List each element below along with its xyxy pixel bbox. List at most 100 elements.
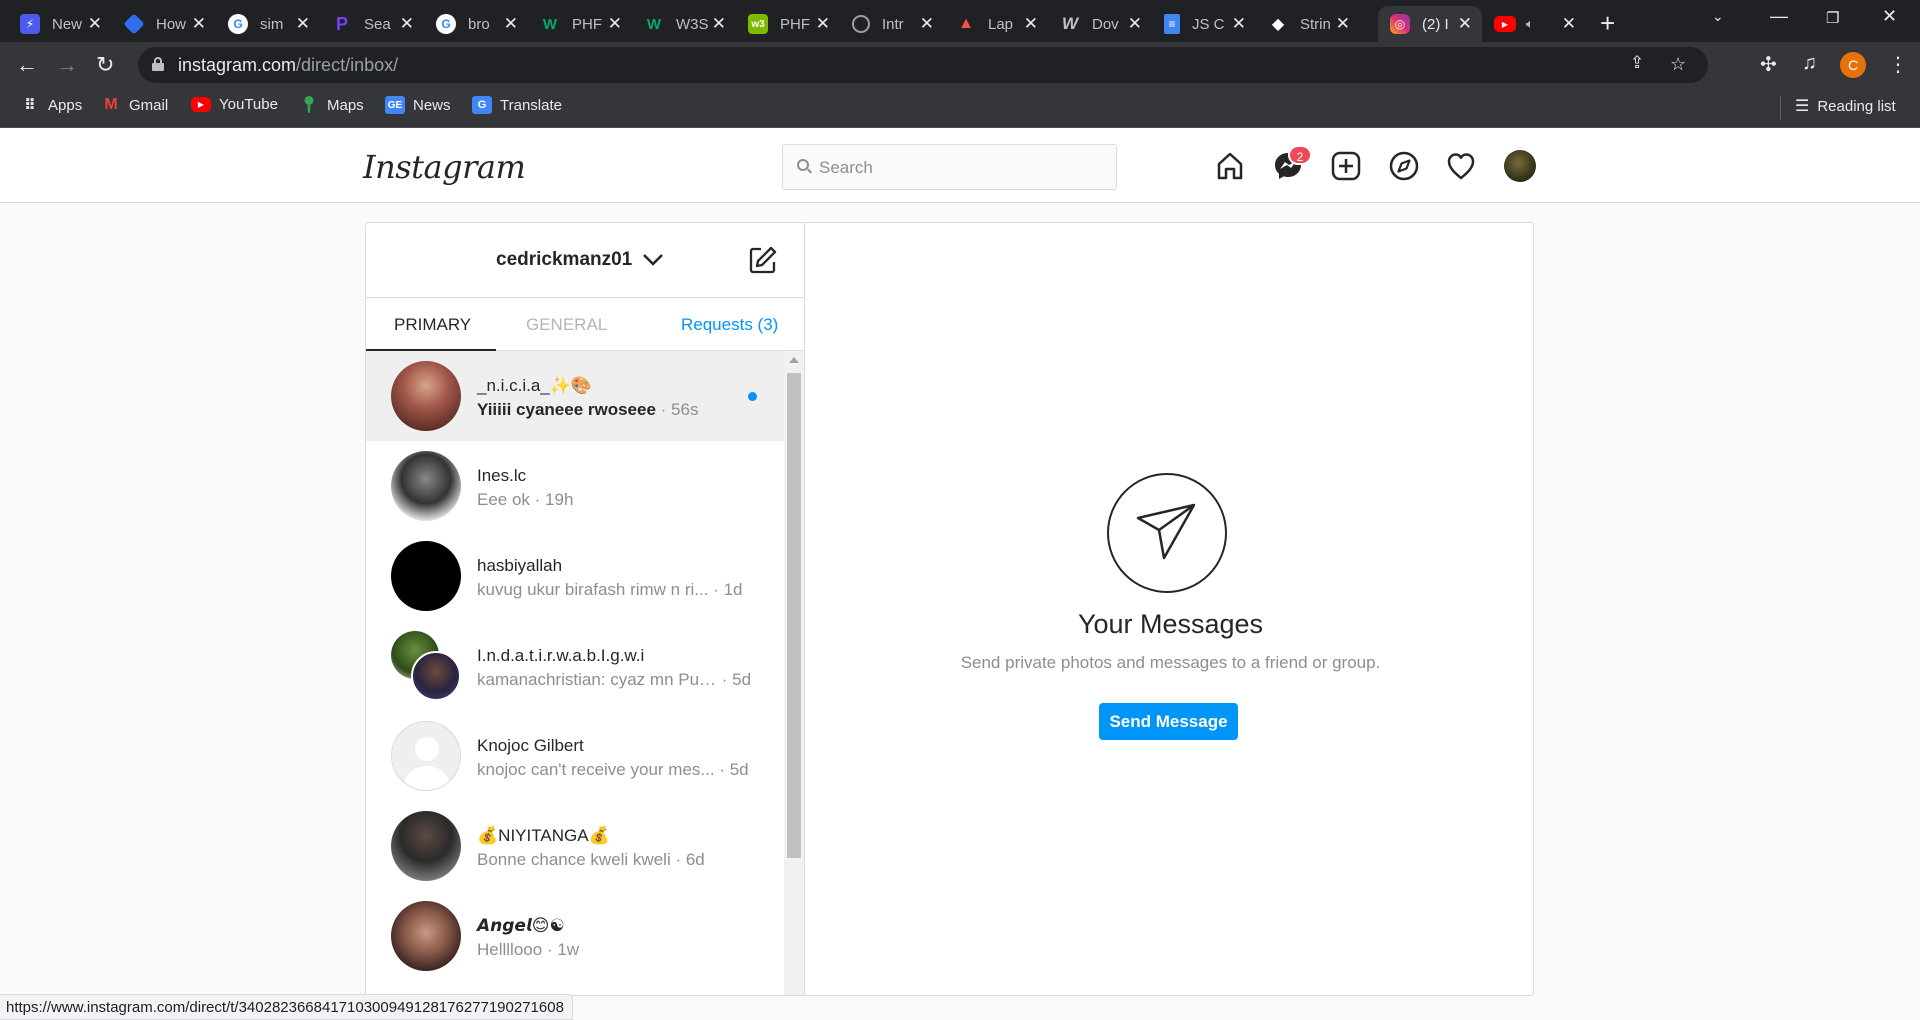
tab-requests[interactable]: Requests (3) <box>681 315 778 335</box>
browser-tab[interactable]: ▶ 🔈︎ ✕ <box>1482 6 1586 42</box>
back-button[interactable]: ← <box>16 52 38 78</box>
browser-tab[interactable]: How ✕ <box>112 6 216 42</box>
close-icon[interactable]: ✕ <box>608 14 622 34</box>
browser-tab[interactable]: ⚡ New ✕ <box>8 6 112 42</box>
new-tab-button[interactable]: + <box>1600 8 1615 39</box>
browser-tab[interactable]: ◆ Strin ✕ <box>1256 6 1360 42</box>
laravel-icon: ▲ <box>958 15 974 32</box>
tab-title: PHF <box>780 15 810 33</box>
minimize-button[interactable]: — <box>1770 6 1788 27</box>
tab-search-chevron-icon[interactable]: ⌄ <box>1712 8 1724 25</box>
bookmark-youtube[interactable]: ▶ YouTube <box>191 96 278 113</box>
default-avatar <box>391 721 461 791</box>
close-window-button[interactable]: ✕ <box>1882 6 1897 27</box>
empty-conversation-pane: Your Messages Send private photos and me… <box>806 223 1533 995</box>
close-icon[interactable]: ✕ <box>920 14 934 34</box>
close-icon[interactable]: ✕ <box>88 14 102 34</box>
account-switcher-username[interactable]: cedrickmanz01 <box>496 249 632 271</box>
maps-icon: 📍︎ <box>298 97 320 114</box>
browser-tab[interactable]: G sim ✕ <box>216 6 320 42</box>
w3-icon: W <box>542 15 558 33</box>
scroll-up-arrow-icon[interactable] <box>789 357 799 363</box>
close-icon[interactable]: ✕ <box>1458 14 1472 34</box>
profile-avatar[interactable]: C <box>1840 52 1866 78</box>
conversation-row[interactable]: hasbiyallah kuvug ukur birafash rimw n r… <box>366 531 784 621</box>
new-message-compose-icon[interactable] <box>748 245 778 275</box>
last-message: knojoc can't receive your mes... <box>477 760 715 779</box>
close-icon[interactable]: ✕ <box>192 14 206 34</box>
bookmark-gmail[interactable]: M Gmail <box>101 96 168 114</box>
conversation-name: 💰NIYITANGA💰 <box>477 826 610 845</box>
empty-state-subtitle: Send private photos and messages to a fr… <box>960 653 1381 672</box>
search-input[interactable]: Search <box>782 144 1117 190</box>
bookmark-label: Apps <box>48 96 83 114</box>
direct-inbox-panel: cedrickmanz01 PRIMARY GENERAL Requests (… <box>365 222 1534 996</box>
home-icon[interactable] <box>1214 150 1246 182</box>
bookmark-apps[interactable]: ⠿ Apps <box>20 96 83 115</box>
chevron-down-icon[interactable] <box>641 247 665 271</box>
browser-tab[interactable]: P Sea ✕ <box>320 6 424 42</box>
send-message-button[interactable]: Send Message <box>1099 703 1238 740</box>
bookmark-news[interactable]: GE News <box>385 96 451 114</box>
messenger-icon: ⚡ <box>20 14 40 34</box>
browser-tab[interactable]: ▲ Lap ✕ <box>944 6 1048 42</box>
conversation-list-scrollbar[interactable] <box>784 351 804 995</box>
last-message: Yiiiii cyaneee rwoseee <box>477 400 656 419</box>
conversation-row[interactable]: _n.i.c.i.a_✨🎨 Yiiiii cyaneee rwoseee · 5… <box>366 351 784 441</box>
conversation-row[interactable]: Knojoc Gilbert knojoc can't receive your… <box>366 711 784 801</box>
close-icon[interactable]: ✕ <box>1562 14 1576 34</box>
reading-list-label: Reading list <box>1817 97 1896 115</box>
browser-tab[interactable]: w3 PHF ✕ <box>736 6 840 42</box>
tab-title: (2) I <box>1422 15 1449 33</box>
browser-tab[interactable]: Intr ✕ <box>840 6 944 42</box>
browser-tab-active[interactable]: ◎ (2) I ✕ <box>1378 6 1482 42</box>
forward-button[interactable]: → <box>56 52 78 78</box>
close-icon[interactable]: ✕ <box>712 14 726 34</box>
url-text[interactable]: instagram.com/direct/inbox/ <box>178 55 398 76</box>
conversation-row[interactable]: Ines.lc Eee ok · 19h <box>366 441 784 531</box>
conversation-list: _n.i.c.i.a_✨🎨 Yiiiii cyaneee rwoseee · 5… <box>366 351 784 995</box>
close-icon[interactable]: ✕ <box>504 14 518 34</box>
conversation-row[interactable]: 𝘼𝙣𝙜𝙚𝙡😊☯ Hellllooo · 1w <box>366 891 784 981</box>
menu-kebab-icon[interactable]: ⋮ <box>1888 52 1908 77</box>
close-icon[interactable]: ✕ <box>1232 14 1246 34</box>
conversation-row[interactable]: I.n.d.a.t.i.r.w.a.b.I.g.w.i kamanachrist… <box>366 621 784 711</box>
bookmark-maps[interactable]: 📍︎ Maps <box>298 96 364 115</box>
tab-primary[interactable]: PRIMARY <box>394 315 471 335</box>
scrollbar-thumb[interactable] <box>787 373 801 858</box>
reading-list-button[interactable]: ☰ Reading list <box>1795 96 1896 116</box>
close-icon[interactable]: ✕ <box>1128 14 1142 34</box>
close-icon[interactable]: ✕ <box>400 14 414 34</box>
speaker-icon[interactable]: 🔈︎ <box>1526 16 1544 32</box>
address-bar[interactable]: instagram.com/direct/inbox/ ☆ ⇪ <box>138 47 1708 83</box>
new-post-icon[interactable] <box>1330 150 1362 182</box>
explore-compass-icon[interactable] <box>1388 150 1420 182</box>
share-icon[interactable]: ⇪ <box>1630 53 1644 73</box>
reload-button[interactable]: ↻ <box>96 52 114 78</box>
tab-general[interactable]: GENERAL <box>526 315 607 335</box>
close-icon[interactable]: ✕ <box>296 14 310 34</box>
extensions-puzzle-icon[interactable]: ✣ <box>1760 52 1777 77</box>
tab-title: How <box>156 15 187 33</box>
media-control-icon[interactable]: ♫ <box>1802 52 1817 75</box>
close-icon[interactable]: ✕ <box>1024 14 1038 34</box>
browser-tab[interactable]: G bro ✕ <box>424 6 528 42</box>
profile-avatar[interactable] <box>1504 150 1536 182</box>
bookmark-translate[interactable]: G Translate <box>472 96 562 114</box>
search-icon <box>797 159 809 171</box>
restore-button[interactable]: ❐ <box>1826 9 1839 27</box>
google-icon: G <box>228 14 248 34</box>
tab-title: Strin <box>1300 15 1331 33</box>
conversation-name: Ines.lc <box>477 466 527 485</box>
bookmark-star-icon[interactable]: ☆ <box>1670 54 1686 75</box>
browser-tab[interactable]: W PHF ✕ <box>528 6 632 42</box>
activity-heart-icon[interactable] <box>1445 150 1477 182</box>
conversation-row[interactable]: 💰NIYITANGA💰 Bonne chance kweli kweli · 6… <box>366 801 784 891</box>
conversation-preview: kamanachristian: cyaz mn Pur... · 5d <box>477 670 751 690</box>
close-icon[interactable]: ✕ <box>1336 14 1350 34</box>
browser-tab[interactable]: W W3S ✕ <box>632 6 736 42</box>
browser-tab[interactable]: ≡ JS C ✕ <box>1152 6 1256 42</box>
close-icon[interactable]: ✕ <box>816 14 830 34</box>
instagram-logo[interactable]: Instagram <box>363 148 526 186</box>
browser-tab[interactable]: W Dov ✕ <box>1048 6 1152 42</box>
